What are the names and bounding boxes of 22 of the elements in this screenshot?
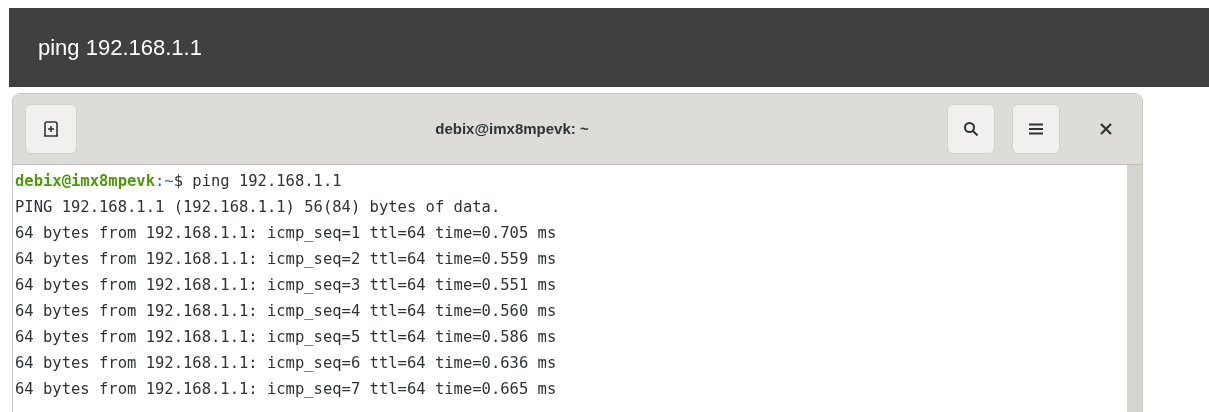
menu-icon: [1029, 123, 1043, 135]
menu-button[interactable]: [1012, 104, 1060, 154]
output-line: 64 bytes from 192.168.1.1: icmp_seq=1 ttl=64 time=0.705 ms: [15, 224, 557, 242]
prompt-path: :~: [155, 171, 174, 192]
search-button[interactable]: [947, 104, 995, 154]
window-title: debix@imx8mpevk: ~: [435, 118, 589, 139]
scrollbar[interactable]: [1127, 165, 1142, 412]
output-line: 64 bytes from 192.168.1.1: icmp_seq=7 ttl=64 time=0.665 ms: [15, 380, 557, 398]
close-icon: [1100, 123, 1112, 135]
output-line: PING 192.168.1.1 (192.168.1.1) 56(84) bytes of data.: [15, 198, 501, 216]
new-tab-icon: [43, 121, 59, 137]
search-icon: [963, 121, 979, 137]
new-tab-button[interactable]: [25, 104, 77, 154]
command-text: ping 192.168.1.1: [192, 171, 342, 192]
output-line: 64 bytes from 192.168.1.1: icmp_seq=5 ttl=64 time=0.586 ms: [15, 328, 557, 346]
prompt-symbol: $: [173, 171, 183, 192]
output-line: 64 bytes from 192.168.1.1: icmp_seq=4 ttl=64 time=0.560 ms: [15, 302, 557, 320]
output-line: 64 bytes from 192.168.1.1: icmp_seq=6 ttl=64 time=0.636 ms: [15, 354, 557, 372]
output-line: 64 bytes from 192.168.1.1: icmp_seq=2 ttl=64 time=0.559 ms: [15, 250, 557, 268]
prompt-user-host: debix@imx8mpevk: [15, 171, 155, 192]
output-line: 64 bytes from 192.168.1.1: icmp_seq=3 ttl=64 time=0.551 ms: [15, 276, 557, 294]
banner-title: ping 192.168.1.1: [38, 34, 202, 62]
